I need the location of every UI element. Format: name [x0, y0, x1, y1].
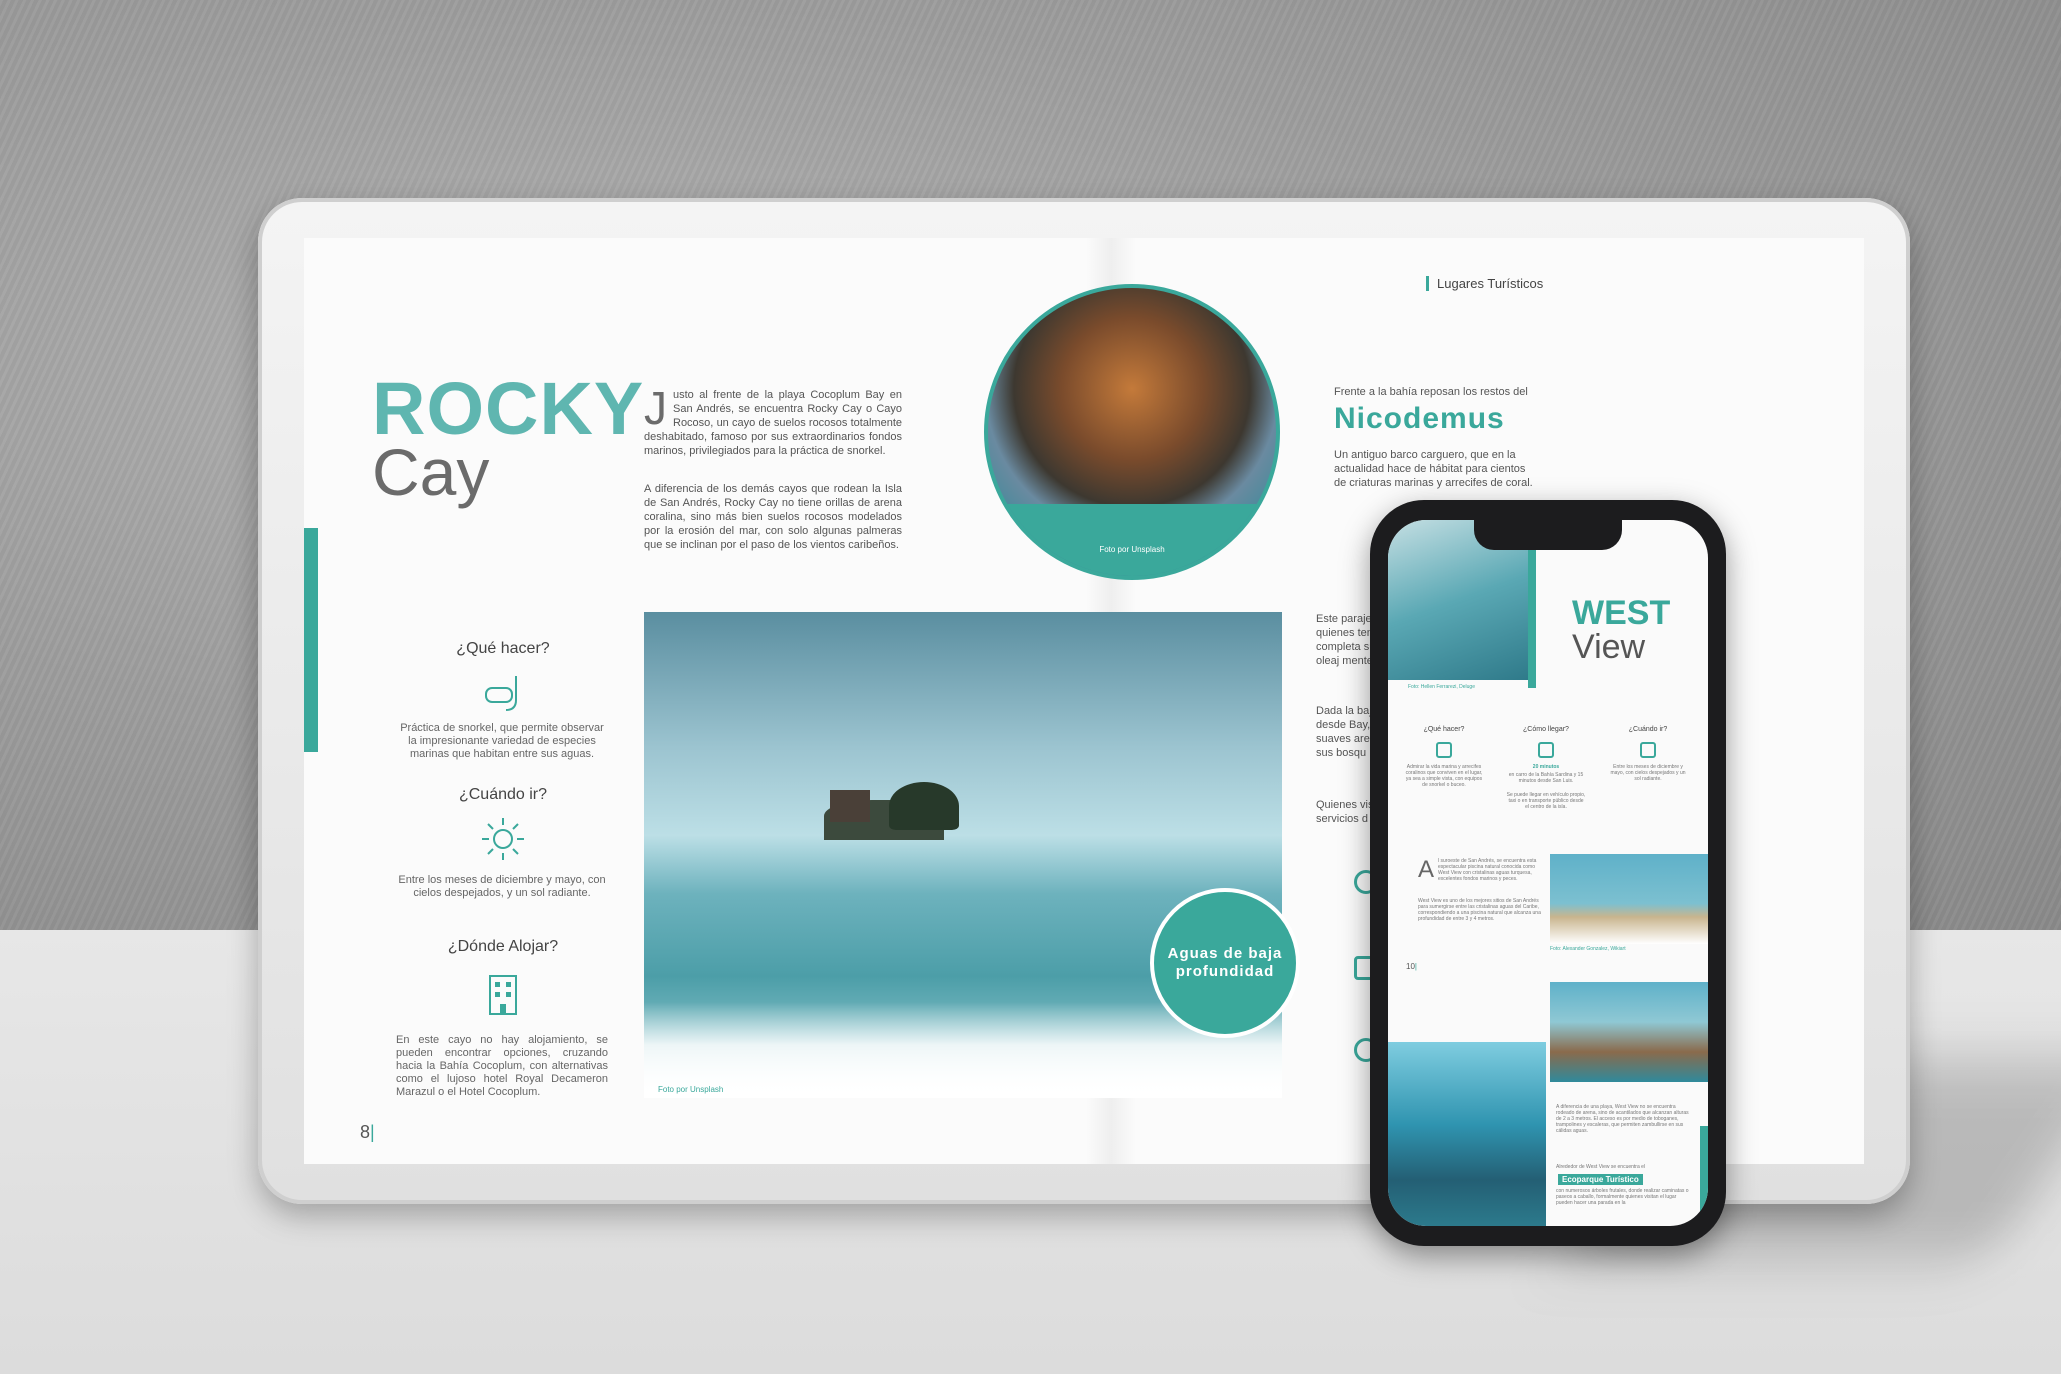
phone-notch [1474, 520, 1622, 550]
phone-device: WEST View Foto: Hellen Ferrarezi, Deluge… [1370, 500, 1726, 1246]
nicodemus-lead: Frente a la bahía reposan los restos del [1334, 386, 1528, 398]
heading-cuando-ir: ¿Cuándo ir? [458, 786, 548, 803]
phone-intro-2: West View es uno de los mejores sitios d… [1418, 898, 1541, 922]
heading-donde-alojar: ¿Dónde Alojar? [447, 938, 559, 955]
phone-eco-text: con numerosos árboles frutales, donde re… [1556, 1188, 1689, 1206]
aguas-badge: Aguas de baja profundidad [1150, 888, 1300, 1038]
phone-photo-rocks [1550, 982, 1708, 1082]
phone-heading-como-llegar: ¿Cómo llegar? [1523, 726, 1569, 733]
phone-photo-reef [1388, 1042, 1546, 1226]
text-cuando-ir: Entre los meses de diciembre y mayo, con… [398, 874, 606, 899]
nicodemus-text: Un antiguo barco carguero, que en la act… [1334, 449, 1533, 489]
phone-photo2-credit: Foto: Alexander Gonzalez, Wikiart [1550, 946, 1626, 952]
phone-dropcap: A [1418, 856, 1435, 883]
phone-accent-bar-2 [1700, 1126, 1708, 1226]
phone-text-cuando-ir: Entre los meses de diciembre y mayo, con… [1610, 764, 1686, 782]
section-label: Lugares Turísticos [1426, 276, 1543, 291]
intro-text: usto al frente de la playa Cocoplum Bay … [644, 389, 902, 457]
circle-caption-band [988, 504, 1276, 576]
phone-heading-que-hacer: ¿Qué hacer? [1423, 726, 1465, 733]
phone-calendar-icon [1640, 742, 1656, 758]
snorkel-icon [485, 676, 517, 711]
building-icon [489, 975, 517, 1015]
phone-page-number: 10| [1406, 962, 1417, 971]
photo-credit: Foto por Unsplash [1099, 545, 1165, 554]
nicodemus-title: Nicodemus [1334, 402, 1505, 435]
text-que-hacer: Práctica de snorkel, que permite observa… [400, 722, 604, 760]
shipwreck-photo: Foto por Unsplash [984, 284, 1280, 580]
wreck-shape [830, 790, 870, 822]
intro-paragraph: J usto al frente de la playa Cocoplum Ba… [644, 382, 902, 458]
phone-body: A diferencia de una playa, West View no … [1556, 1104, 1689, 1134]
phone-text-como-llegar-extra: Se puede llegar en vehículo propio, taxi… [1506, 792, 1586, 810]
page-number: 8| [360, 1122, 375, 1142]
phone-intro: l suroeste de San Andrés, se encuentra e… [1438, 858, 1537, 882]
phone-text-que-hacer: Admirar la vida marina y arrecifes coral… [1405, 764, 1483, 788]
phone-page-number-value: 10 [1406, 962, 1415, 971]
phone-coral-icon [1436, 742, 1452, 758]
phone-car-icon [1538, 742, 1554, 758]
phone-photo-cliffs [1550, 854, 1708, 944]
phone-highlight-minutes: 20 minutos [1532, 764, 1560, 770]
page-number-value: 8 [360, 1122, 371, 1142]
phone-screen: WEST View Foto: Hellen Ferrarezi, Deluge… [1388, 520, 1708, 1226]
palm-trees [889, 782, 959, 830]
title-cay: Cay [372, 435, 490, 509]
phone-heading-cuando-ir: ¿Cuándo ir? [1628, 726, 1668, 733]
left-accent-bar [304, 528, 318, 752]
heading-que-hacer: ¿Qué hacer? [456, 640, 550, 657]
phone-eco-label: Ecoparque Turístico [1558, 1174, 1643, 1185]
text-donde-alojar: En este cayo no hay alojamiento, se pued… [396, 1034, 608, 1098]
sea-photo-credit: Foto por Unsplash [658, 1085, 724, 1094]
phone-text-como-llegar: en carro de la Bahía Sardina y 15 minuto… [1508, 772, 1584, 784]
dropcap: J [644, 382, 667, 434]
phone-eco-lead: Alrededor de West View se encuentra el [1556, 1164, 1646, 1170]
phone-photo1-credit: Foto: Hellen Ferrarezi, Deluge [1408, 684, 1475, 690]
phone-title-view: View [1572, 628, 1646, 666]
sun-icon [482, 818, 524, 860]
intro-paragraph-2: A diferencia de los demás cayos que rode… [644, 483, 902, 551]
